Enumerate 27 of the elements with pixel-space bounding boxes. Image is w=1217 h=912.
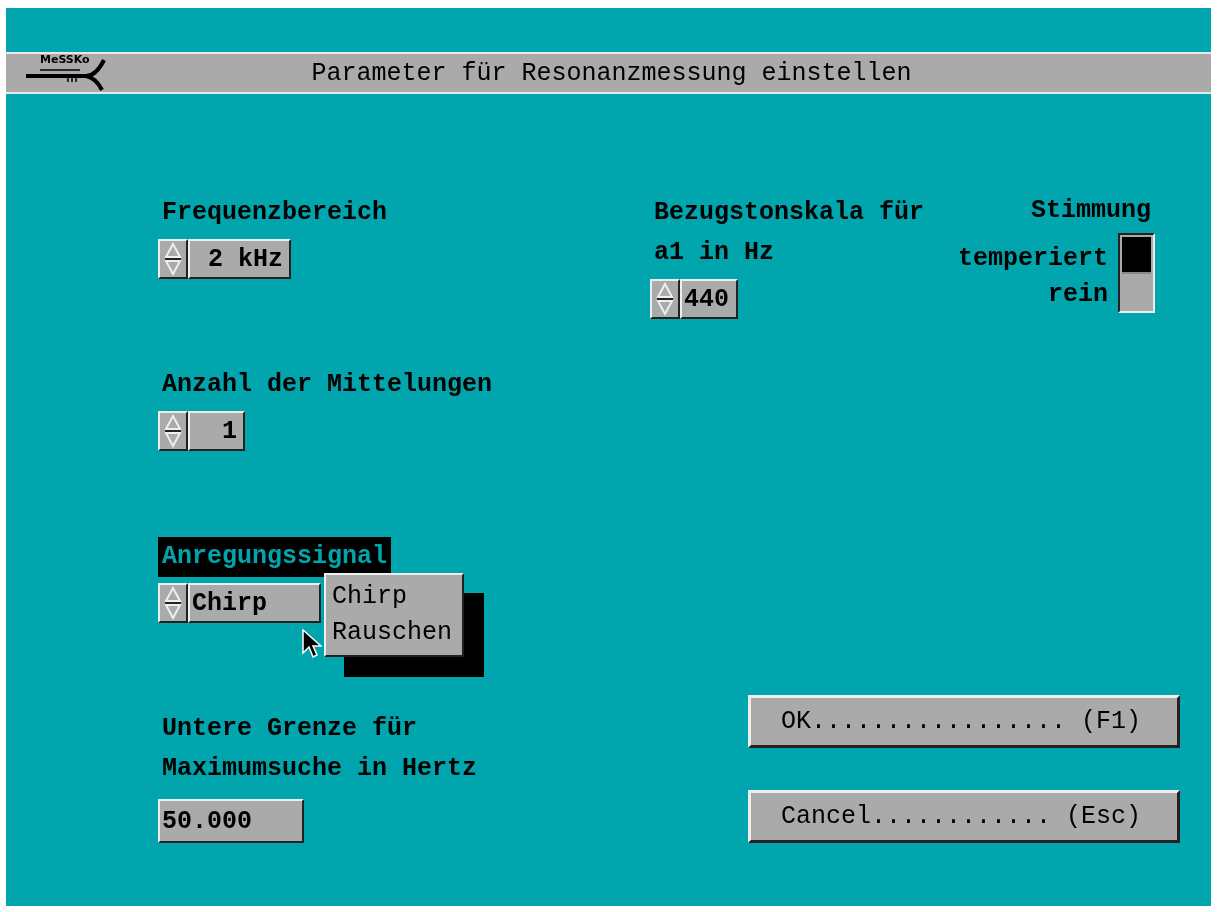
mouse-pointer-icon bbox=[302, 629, 322, 659]
up-down-arrow-icon[interactable] bbox=[163, 242, 183, 276]
tuning-title: Stimmung bbox=[1029, 195, 1152, 227]
up-down-arrow-icon[interactable] bbox=[655, 282, 675, 316]
dropdown-option[interactable]: Rauschen bbox=[332, 615, 456, 651]
tuning-option[interactable]: rein bbox=[1048, 277, 1108, 313]
field-label: Untere Grenze für bbox=[161, 713, 419, 745]
spinner-value[interactable]: 2 kHz bbox=[188, 239, 291, 279]
field-label: Anzahl der Mittelungen bbox=[161, 369, 494, 401]
up-down-arrow-icon[interactable] bbox=[163, 414, 183, 448]
ok-button[interactable]: OK................. (F1) bbox=[748, 695, 1180, 748]
field-label: Frequenzbereich bbox=[161, 197, 389, 229]
dropdown-option[interactable]: Chirp bbox=[332, 579, 456, 615]
field-label: Bezugstonskala für bbox=[653, 197, 926, 229]
logo-drawing: MeSSKo bbox=[20, 54, 112, 92]
field-label: Anregungssignal bbox=[158, 537, 392, 577]
tuning-switch[interactable] bbox=[1118, 233, 1155, 313]
tuning-option[interactable]: temperiert bbox=[957, 241, 1108, 277]
field-label: a1 in Hz bbox=[653, 237, 776, 269]
field-label: Maximumsuche in Hertz bbox=[161, 753, 479, 785]
spinner-value[interactable]: 440 bbox=[680, 279, 738, 319]
spinner-value[interactable]: Chirp bbox=[188, 583, 321, 623]
spinner-value[interactable]: 1 bbox=[188, 411, 245, 451]
cancel-button[interactable]: Cancel............ (Esc) bbox=[748, 790, 1180, 843]
up-down-arrow-icon[interactable] bbox=[163, 586, 183, 620]
window-title: Parameter für Resonanzmessung einstellen bbox=[311, 58, 913, 88]
input-field[interactable]: 50.000 bbox=[158, 799, 304, 843]
